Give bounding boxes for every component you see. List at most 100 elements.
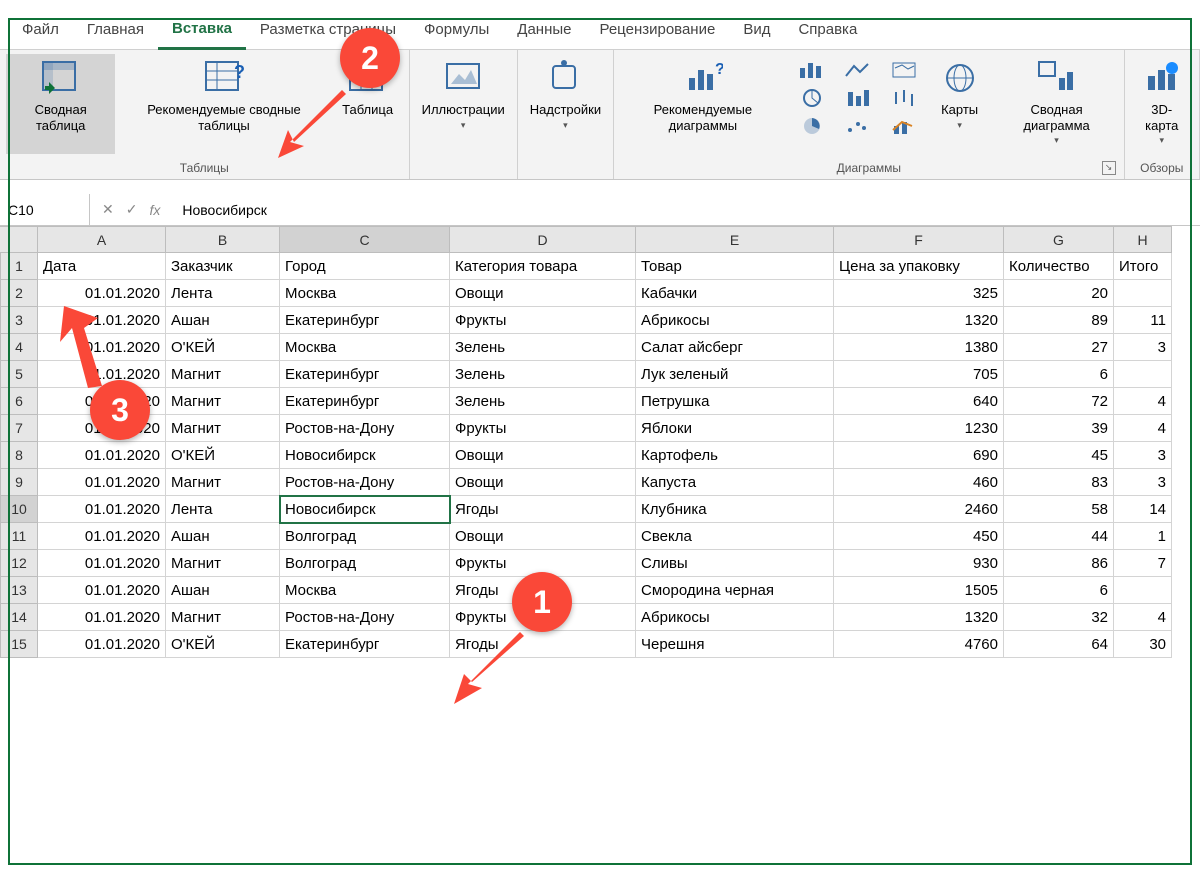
cell[interactable]: Новосибирск [280, 442, 450, 469]
tab-справка[interactable]: Справка [784, 10, 871, 50]
cell[interactable]: Фрукты [450, 307, 636, 334]
cell[interactable]: Новосибирск [280, 496, 450, 523]
cell[interactable]: Ростов-на-Дону [280, 469, 450, 496]
accept-icon[interactable]: ✓ [126, 201, 138, 218]
cell[interactable]: Екатеринбург [280, 307, 450, 334]
cell[interactable]: 83 [1004, 469, 1114, 496]
chart-pie-button[interactable] [794, 114, 830, 138]
col-header[interactable]: A [38, 226, 166, 253]
cell[interactable]: Смородина черная [636, 577, 834, 604]
cell[interactable]: 705 [834, 361, 1004, 388]
cell[interactable]: Зелень [450, 334, 636, 361]
dialog-launcher-icon[interactable]: ↘ [1102, 161, 1116, 175]
tab-формулы[interactable]: Формулы [410, 10, 503, 50]
cell[interactable]: Ростов-на-Дону [280, 604, 450, 631]
cell[interactable]: Товар [636, 253, 834, 280]
cell[interactable]: Капуста [636, 469, 834, 496]
cell[interactable]: Категория товара [450, 253, 636, 280]
cell[interactable]: Дата [38, 253, 166, 280]
row-header[interactable]: 13 [0, 577, 38, 604]
spreadsheet-grid[interactable]: ABCDEFGH1ДатаЗаказчикГородКатегория това… [0, 226, 1200, 658]
row-header[interactable]: 15 [0, 631, 38, 658]
cell[interactable]: Зелень [450, 361, 636, 388]
cell[interactable]: Город [280, 253, 450, 280]
cell[interactable]: 45 [1004, 442, 1114, 469]
chart-column-button[interactable] [794, 58, 830, 82]
cell[interactable]: Кабачки [636, 280, 834, 307]
cell[interactable]: 3 [1114, 442, 1172, 469]
cell[interactable]: 01.01.2020 [38, 604, 166, 631]
chart-line-button[interactable] [840, 58, 876, 82]
cell[interactable]: 39 [1004, 415, 1114, 442]
select-all-corner[interactable] [0, 226, 38, 253]
cell[interactable]: 6 [1004, 361, 1114, 388]
cell[interactable]: 01.01.2020 [38, 577, 166, 604]
row-header[interactable]: 11 [0, 523, 38, 550]
cell[interactable]: 27 [1004, 334, 1114, 361]
cell[interactable] [1114, 577, 1172, 604]
cell[interactable]: 58 [1004, 496, 1114, 523]
row-header[interactable]: 9 [0, 469, 38, 496]
cell[interactable]: Клубника [636, 496, 834, 523]
cell[interactable]: 450 [834, 523, 1004, 550]
row-header[interactable]: 14 [0, 604, 38, 631]
col-header[interactable]: C [280, 226, 450, 253]
cell[interactable]: 32 [1004, 604, 1114, 631]
row-header[interactable]: 2 [0, 280, 38, 307]
cell[interactable]: Магнит [166, 604, 280, 631]
chart-map-button[interactable] [886, 58, 922, 82]
cell[interactable]: 3 [1114, 334, 1172, 361]
cell[interactable]: Ростов-на-Дону [280, 415, 450, 442]
cell[interactable]: 44 [1004, 523, 1114, 550]
tab-рецензирование[interactable]: Рецензирование [585, 10, 729, 50]
cell[interactable]: Зелень [450, 388, 636, 415]
cell[interactable]: 01.01.2020 [38, 523, 166, 550]
cell[interactable]: 01.01.2020 [38, 550, 166, 577]
illustrations-button[interactable]: Иллюстрации ▾ [416, 54, 511, 154]
tab-главная[interactable]: Главная [73, 10, 158, 50]
cell[interactable]: 2460 [834, 496, 1004, 523]
cell[interactable]: Москва [280, 334, 450, 361]
cell[interactable]: 690 [834, 442, 1004, 469]
cell[interactable]: Магнит [166, 469, 280, 496]
row-header[interactable]: 1 [0, 253, 38, 280]
cell[interactable]: 64 [1004, 631, 1114, 658]
tab-файл[interactable]: Файл [8, 10, 73, 50]
chart-stock-button[interactable] [886, 86, 922, 110]
pivot-table-button[interactable]: Сводная таблица [6, 54, 115, 154]
cell[interactable]: Магнит [166, 415, 280, 442]
cell[interactable]: Екатеринбург [280, 631, 450, 658]
cell[interactable]: 1320 [834, 307, 1004, 334]
cell[interactable]: Ашан [166, 307, 280, 334]
cell[interactable]: 1230 [834, 415, 1004, 442]
cell[interactable]: 1320 [834, 604, 1004, 631]
cell[interactable]: Ашан [166, 577, 280, 604]
row-header[interactable]: 5 [0, 361, 38, 388]
cell[interactable]: Ашан [166, 523, 280, 550]
cell[interactable]: Абрикосы [636, 604, 834, 631]
cell[interactable]: 4 [1114, 415, 1172, 442]
cell[interactable]: Екатеринбург [280, 361, 450, 388]
pivot-chart-button[interactable]: Сводная диаграмма ▾ [996, 54, 1118, 154]
fx-icon[interactable]: fx [149, 202, 160, 218]
cell[interactable]: Итого [1114, 253, 1172, 280]
cell[interactable]: 1380 [834, 334, 1004, 361]
cell[interactable]: 01.01.2020 [38, 469, 166, 496]
cell[interactable]: 20 [1004, 280, 1114, 307]
recommended-charts-button[interactable]: ? Рекомендуемые диаграммы [620, 54, 786, 154]
cell[interactable]: 6 [1004, 577, 1114, 604]
cell[interactable]: 325 [834, 280, 1004, 307]
cell[interactable] [1114, 280, 1172, 307]
formula-input[interactable]: Новосибирск [172, 202, 1200, 218]
cell[interactable]: Свекла [636, 523, 834, 550]
cell[interactable]: Овощи [450, 442, 636, 469]
addins-button[interactable]: Надстройки ▾ [524, 54, 607, 154]
cell[interactable]: 7 [1114, 550, 1172, 577]
row-header[interactable]: 3 [0, 307, 38, 334]
cell[interactable]: Цена за упаковку [834, 253, 1004, 280]
row-header[interactable]: 12 [0, 550, 38, 577]
cell[interactable]: О'КЕЙ [166, 334, 280, 361]
cell[interactable]: Овощи [450, 469, 636, 496]
cell[interactable]: Москва [280, 577, 450, 604]
row-header[interactable]: 7 [0, 415, 38, 442]
